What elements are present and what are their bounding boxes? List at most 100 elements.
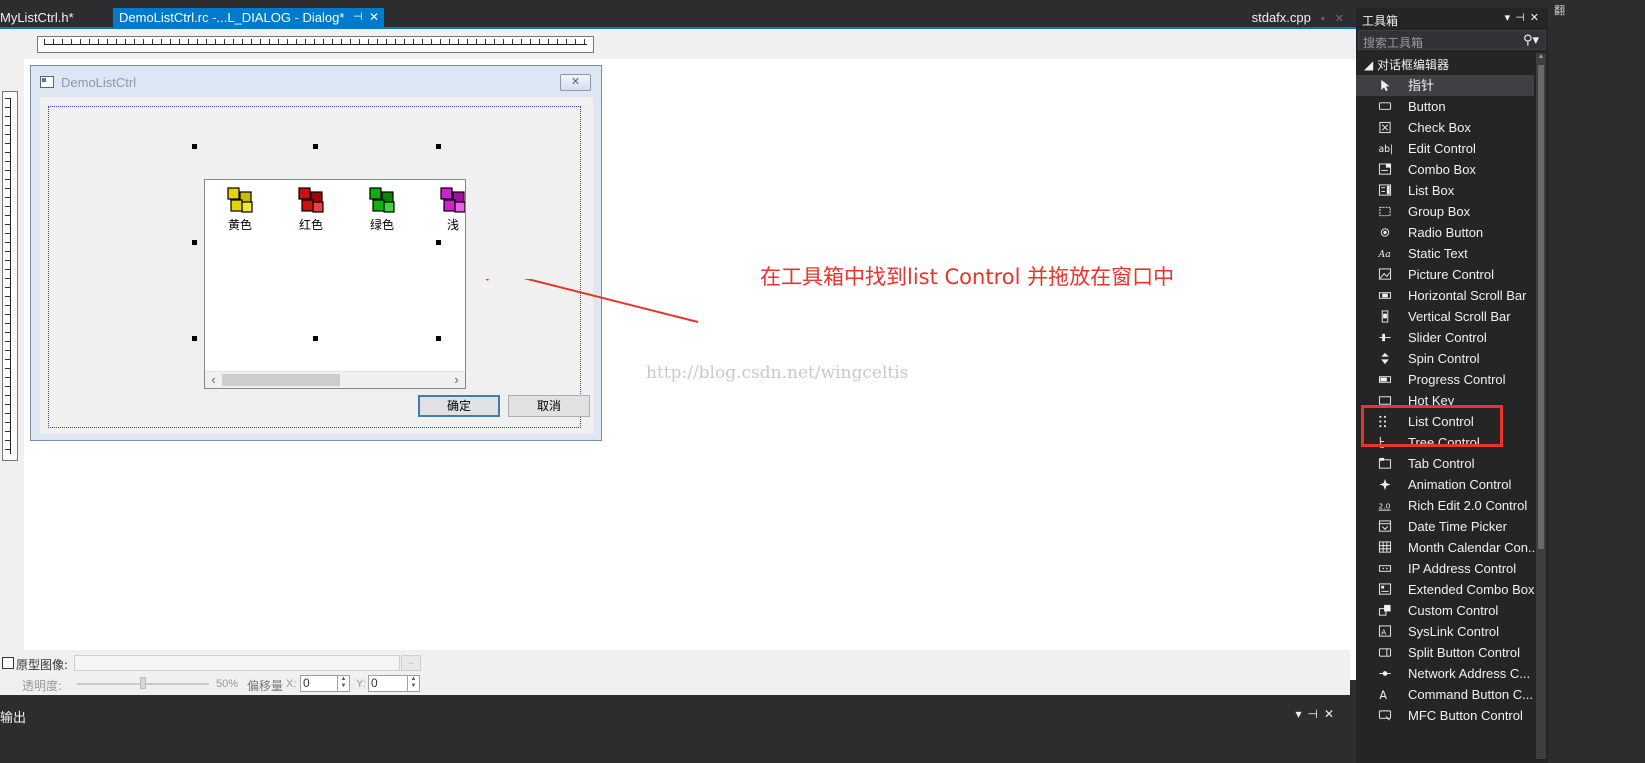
toolbox-item[interactable]: ab| Edit Control xyxy=(1356,138,1534,159)
y-offset-label: Y: xyxy=(356,678,366,690)
toolbox-item[interactable]: Slider Control xyxy=(1356,327,1534,348)
list-item[interactable]: 红色 xyxy=(283,186,339,233)
vertical-ruler[interactable] xyxy=(2,91,18,461)
dropdown-icon[interactable]: ▾ xyxy=(1295,707,1307,721)
pointer-icon xyxy=(1381,79,1390,92)
toolbox-item[interactable]: Custom Control xyxy=(1356,600,1534,621)
list-item[interactable]: 绿色 xyxy=(354,186,410,233)
button-icon xyxy=(1378,102,1392,110)
resize-handle[interactable] xyxy=(192,144,197,149)
command-icon: A xyxy=(1379,689,1387,701)
resize-handle[interactable] xyxy=(436,240,441,245)
toolbox-item[interactable]: A Command Button C... xyxy=(1356,684,1534,705)
checkbox-icon xyxy=(1379,121,1391,134)
toolbox-item[interactable]: Tab Control xyxy=(1356,453,1534,474)
panel-controls[interactable]: ▾⊣✕ xyxy=(1295,707,1340,721)
list-item[interactable]: 黄色 xyxy=(212,186,268,233)
toolbox-item[interactable]: Spin Control xyxy=(1356,348,1534,369)
pin-icon[interactable]: ⊣ xyxy=(1515,12,1530,24)
list-control[interactable]: 黄色 红色 绿色 浅 ‹ › xyxy=(204,179,466,389)
toolbox-item[interactable]: A SysLink Control xyxy=(1356,621,1534,642)
toolbox-item[interactable]: 2.0 Rich Edit 2.0 Control xyxy=(1356,495,1534,516)
toolbox-item[interactable]: Radio Button xyxy=(1356,222,1534,243)
resize-handle[interactable] xyxy=(192,240,197,245)
cancel-button[interactable]: 取消 xyxy=(508,395,590,417)
resize-handle[interactable] xyxy=(436,144,441,149)
toolbox-group-header[interactable]: ◢ 对话框编辑器 xyxy=(1364,56,1449,73)
ok-button[interactable]: 确定 xyxy=(418,395,500,417)
toolbox-item[interactable]: List Box xyxy=(1356,180,1534,201)
spin-arrows-icon[interactable]: ▲ ▼ xyxy=(407,676,419,691)
resize-handle[interactable] xyxy=(436,336,441,341)
toolbox-item[interactable]: Combo Box xyxy=(1356,159,1534,180)
toolbox-item[interactable]: Network Address C... xyxy=(1356,663,1534,684)
toolbox-item[interactable]: Picture Control xyxy=(1356,264,1534,285)
toolbox-item[interactable]: Date Time Picker xyxy=(1356,516,1534,537)
dialog-client-area[interactable]: 黄色 红色 绿色 浅 ‹ › xyxy=(40,97,593,434)
scroll-left-icon[interactable]: ‹ xyxy=(205,372,222,388)
toolbox-item[interactable]: Progress Control xyxy=(1356,369,1534,390)
dialog-close-button[interactable]: ✕ xyxy=(560,74,591,91)
toolbox-scrollbar[interactable]: ▲ xyxy=(1536,53,1546,759)
scroll-thumb[interactable] xyxy=(222,374,340,386)
tab-stdafx-cpp[interactable]: stdafx.cpp ▪ ✕ xyxy=(1246,8,1350,27)
toolbox-search-input[interactable]: 搜索工具箱 ⚲▾ xyxy=(1358,30,1546,50)
close-icon[interactable]: ✕ xyxy=(369,8,379,27)
toolbox-item[interactable]: Horizontal Scroll Bar xyxy=(1356,285,1534,306)
designed-dialog[interactable]: DemoListCtrl ✕ 黄色 红色 绿色 浅 ‹ › 确定 取消 xyxy=(30,65,602,441)
dialog-title-bar[interactable]: DemoListCtrl ✕ xyxy=(31,66,601,97)
toolbox-item[interactable]: 指针 xyxy=(1356,75,1534,96)
toolbox-item[interactable]: Extended Combo Box xyxy=(1356,579,1534,600)
list-item[interactable]: 浅 xyxy=(425,186,465,233)
toolbox-item-label: Command Button C... xyxy=(1408,687,1533,702)
scroll-right-icon[interactable]: › xyxy=(448,372,465,388)
browse-button[interactable]: .. xyxy=(401,655,421,671)
y-offset-input[interactable]: 0 ▲ ▼ xyxy=(368,675,420,692)
list-control-highlight-box xyxy=(1361,405,1503,447)
resize-handle[interactable] xyxy=(313,144,318,149)
scroll-up-icon[interactable]: ▲ xyxy=(1536,53,1546,63)
pin-icon[interactable]: ⊣ xyxy=(1307,707,1323,721)
toolbox-item-label: Split Button Control xyxy=(1408,645,1521,660)
toolbox-item[interactable]: Aa Static Text xyxy=(1356,243,1534,264)
tab-mylistctrl-h[interactable]: MyListCtrl.h* xyxy=(0,8,80,27)
dropdown-icon[interactable]: ▾ xyxy=(1505,12,1516,24)
search-icon[interactable]: ⚲▾ xyxy=(1523,32,1539,48)
prototype-path-field[interactable] xyxy=(74,655,400,671)
toolbox-item[interactable]: Month Calendar Con... xyxy=(1356,537,1539,558)
toolbox-item[interactable]: Group Box xyxy=(1356,201,1534,222)
x-offset-input[interactable]: 0 ▲ ▼ xyxy=(300,675,350,692)
tab-demolistctrl-rc[interactable]: DemoListCtrl.rc -...L_DIALOG - Dialog* ⊣… xyxy=(113,8,384,27)
dialog-editor-canvas[interactable]: DemoListCtrl ✕ 黄色 红色 绿色 浅 ‹ › 确定 取消 在工具箱… xyxy=(0,29,1410,680)
close-icon[interactable]: ✕ xyxy=(1324,707,1340,721)
horizontal-ruler[interactable] xyxy=(37,36,594,53)
panel-controls[interactable]: ▾⊣✕ xyxy=(1505,11,1544,24)
side-tab-label[interactable]: 翻 xyxy=(1554,2,1565,18)
toolbox-item[interactable]: IP Address Control xyxy=(1356,558,1534,579)
resize-handle[interactable] xyxy=(192,336,197,341)
toolbox-item[interactable]: Check Box xyxy=(1356,117,1534,138)
toolbox-item[interactable]: Vertical Scroll Bar xyxy=(1356,306,1534,327)
close-icon[interactable]: ✕ xyxy=(1335,13,1344,25)
toolbox-item[interactable]: MFC Button Control xyxy=(1356,705,1534,726)
toolbox-item-label: Spin Control xyxy=(1408,351,1480,366)
mfcbutton-icon xyxy=(1378,710,1392,721)
static-text-icon: Aa xyxy=(1378,249,1391,260)
list-horizontal-scrollbar[interactable]: ‹ › xyxy=(205,371,465,388)
spin-arrows-icon[interactable]: ▲ ▼ xyxy=(337,676,349,691)
prototype-checkbox[interactable] xyxy=(2,657,14,669)
scroll-thumb[interactable] xyxy=(1538,65,1544,549)
prototype-label: 原型图像: xyxy=(16,658,69,672)
splitbutton-icon xyxy=(1378,648,1392,657)
tab-label: MyListCtrl.h* xyxy=(0,10,74,25)
list-item-label: 黄色 xyxy=(227,218,252,232)
resize-handle[interactable] xyxy=(313,336,318,341)
toolbox-item[interactable]: Button xyxy=(1356,96,1534,117)
pin-icon[interactable]: ▪ xyxy=(1321,13,1325,25)
hscroll-icon xyxy=(1378,292,1392,299)
pin-icon[interactable]: ⊣ xyxy=(353,8,363,27)
toolbox-item[interactable]: Animation Control xyxy=(1356,474,1534,495)
close-icon[interactable]: ✕ xyxy=(1530,12,1544,24)
toolbox-item[interactable]: Split Button Control xyxy=(1356,642,1534,663)
opacity-slider-thumb[interactable] xyxy=(140,677,146,689)
